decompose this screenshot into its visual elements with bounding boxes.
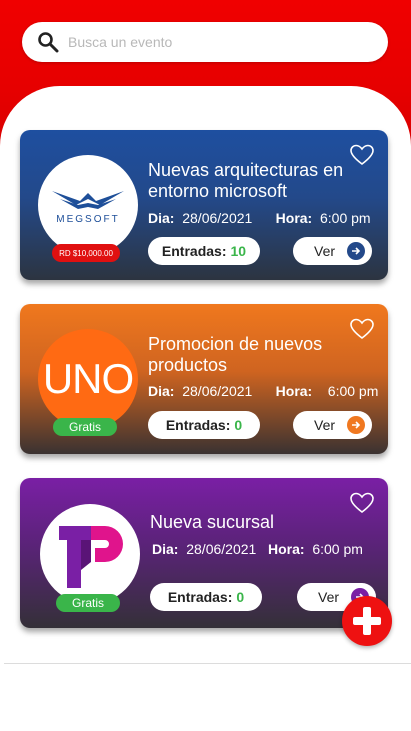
entradas-pill: Entradas: 0 (148, 411, 260, 439)
search-bar[interactable] (22, 22, 388, 62)
heart-icon[interactable] (350, 318, 374, 340)
event-title: Promocion de nuevos productos (148, 334, 323, 375)
heart-icon[interactable] (350, 492, 374, 514)
entradas-label: Entradas: (165, 417, 231, 433)
event-card[interactable]: UNO Gratis Promocion de nuevos productos… (20, 304, 388, 454)
price-badge: RD $10,000.00 (52, 244, 120, 262)
ver-button[interactable]: Ver (293, 411, 372, 439)
event-title: Nuevas arquitecturas en entorno microsof… (148, 160, 344, 201)
price-badge: Gratis (56, 594, 120, 612)
event-card[interactable]: Gratis Nueva sucursal Dia: 28/06/2021 Ho… (20, 478, 388, 628)
event-time: 6:00 pm (320, 210, 371, 226)
search-input[interactable] (68, 34, 368, 50)
arrow-right-icon (347, 242, 365, 260)
dia-label: Dia: (148, 210, 175, 226)
logo-text: MEGSOFT (56, 214, 119, 225)
bottom-divider (4, 663, 411, 664)
event-logo-megsoft: MEGSOFT (38, 155, 138, 255)
search-icon (22, 22, 68, 62)
entradas-count: 0 (234, 417, 243, 433)
ver-label: Ver (314, 417, 336, 433)
entradas-label: Entradas: (161, 243, 227, 259)
event-time: 6:00 pm (327, 383, 379, 399)
entradas-count: 10 (230, 243, 247, 259)
event-date-row: Dia: 28/06/2021 Hora: 6:00 pm (152, 541, 363, 557)
event-time: 6:00 pm (312, 541, 363, 557)
entradas-count: 0 (236, 589, 245, 605)
entradas-pill: Entradas: 10 (148, 237, 260, 265)
hora-label: Hora: (275, 383, 313, 399)
hora-label: Hora: (267, 541, 305, 557)
add-event-button[interactable] (342, 596, 392, 646)
dia-label: Dia: (152, 541, 179, 557)
entradas-label: Entradas: (167, 589, 233, 605)
ver-label: Ver (314, 243, 336, 259)
event-date: 28/06/2021 (182, 383, 253, 399)
plus-icon (353, 607, 381, 635)
price-badge: Gratis (53, 418, 117, 436)
arrow-right-icon (347, 416, 365, 434)
event-date: 28/06/2021 (186, 541, 257, 557)
event-logo-tp (40, 504, 140, 604)
heart-icon[interactable] (350, 144, 374, 166)
event-card[interactable]: MEGSOFT RD $10,000.00 Nuevas arquitectur… (20, 130, 388, 280)
event-date-row: Dia: 28/06/2021 Hora: 6:00 pm (148, 210, 371, 226)
hora-label: Hora: (275, 210, 313, 226)
event-logo-uno: UNO (38, 329, 138, 429)
entradas-pill: Entradas: 0 (150, 583, 262, 611)
logo-text: UNO (42, 355, 134, 402)
event-date: 28/06/2021 (182, 210, 253, 226)
dia-label: Dia: (148, 383, 175, 399)
event-date-row: Dia: 28/06/2021 Hora: 6:00 pm (148, 383, 378, 399)
ver-button[interactable]: Ver (293, 237, 372, 265)
ver-label: Ver (318, 589, 340, 605)
event-title: Nueva sucursal (150, 512, 275, 532)
